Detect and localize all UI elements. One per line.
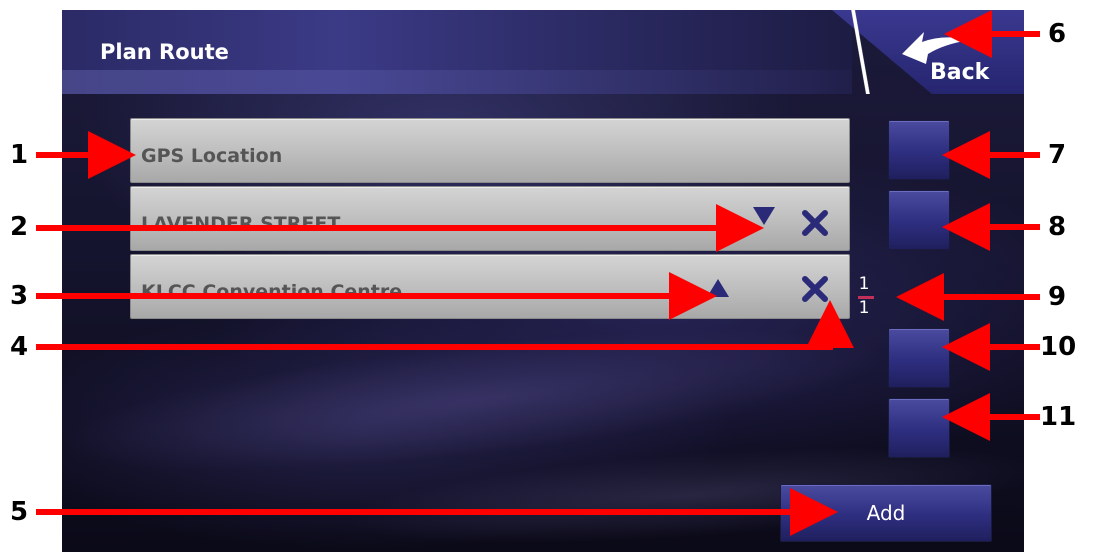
callout-number: 10 <box>1040 332 1077 362</box>
callout-number: 1 <box>10 140 29 170</box>
callout-number: 2 <box>10 212 29 242</box>
callout-number: 4 <box>10 332 29 362</box>
callout-number: 7 <box>1048 140 1067 170</box>
callout-number: 8 <box>1048 212 1067 242</box>
annotation-overlay <box>36 10 1040 536</box>
callout-number: 9 <box>1048 282 1067 312</box>
callout-number: 5 <box>10 497 29 527</box>
callout-number: 11 <box>1040 402 1077 432</box>
callout-number: 6 <box>1048 19 1067 49</box>
callout-arrow-4 <box>36 300 854 350</box>
callout-number: 3 <box>10 281 29 311</box>
